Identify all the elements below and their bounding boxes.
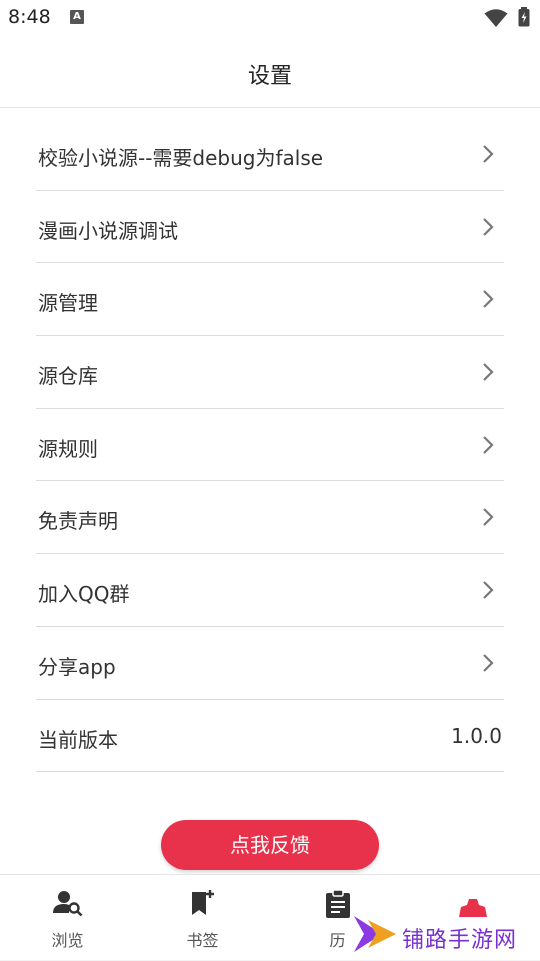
tab-browse[interactable]: 浏览 bbox=[0, 875, 135, 961]
settings-item-source-repo[interactable]: 源仓库 bbox=[36, 336, 504, 409]
chevron-right-icon bbox=[483, 145, 494, 163]
settings-item-version: 当前版本 1.0.0 bbox=[36, 700, 504, 773]
chevron-right-icon bbox=[483, 581, 494, 599]
chevron-right-icon bbox=[483, 217, 494, 236]
settings-item-label: 漫画小说源调试 bbox=[38, 218, 178, 243]
settings-item-source-rules[interactable]: 源规则 bbox=[36, 409, 504, 482]
tab-label: 浏览 bbox=[51, 931, 84, 950]
settings-card: 校验小说源--需要debug为false 漫画小说源调试 源管理 源仓库 源规则… bbox=[0, 108, 540, 874]
status-bar: 8:48 A bbox=[0, 0, 540, 36]
chevron-right-icon bbox=[483, 363, 494, 381]
settings-item-join-qq[interactable]: 加入QQ群 bbox=[36, 554, 504, 627]
settings-item-source-manage[interactable]: 源管理 bbox=[36, 263, 504, 337]
battery-icon bbox=[518, 7, 530, 27]
settings-item-label: 源仓库 bbox=[38, 364, 98, 389]
settings-item-label: 源管理 bbox=[38, 291, 98, 316]
settings-item-label: 免责声明 bbox=[38, 509, 118, 534]
tab-label: 书签 bbox=[186, 931, 219, 950]
feedback-button[interactable]: 点我反馈 bbox=[161, 820, 379, 870]
tab-bookmarks[interactable]: 书签 bbox=[135, 875, 270, 961]
chevron-right-icon bbox=[483, 290, 494, 309]
settings-item-debug-source[interactable]: 漫画小说源调试 bbox=[36, 191, 504, 264]
chevron-right-icon bbox=[483, 508, 494, 527]
watermark: 铺路手游网 bbox=[352, 908, 540, 960]
version-label: 当前版本 bbox=[38, 727, 118, 752]
bookmark-add-icon bbox=[191, 890, 214, 915]
settings-item-label: 加入QQ群 bbox=[38, 582, 130, 607]
watermark-text: 铺路手游网 bbox=[402, 928, 518, 953]
app-header: 设置 bbox=[0, 36, 540, 108]
wifi-icon bbox=[484, 9, 508, 27]
watermark-logo-icon bbox=[354, 916, 396, 952]
chevron-right-icon bbox=[483, 435, 494, 454]
page-title: 设置 bbox=[247, 64, 292, 89]
clipboard-icon bbox=[325, 889, 350, 918]
version-value: 1.0.0 bbox=[451, 723, 502, 748]
settings-item-validate-source[interactable]: 校验小说源--需要debug为false bbox=[36, 118, 504, 191]
settings-item-disclaimer[interactable]: 免责声明 bbox=[36, 481, 504, 555]
notification-a-icon: A bbox=[70, 10, 84, 24]
settings-item-label: 源规则 bbox=[38, 436, 98, 461]
settings-item-share-app[interactable]: 分享app bbox=[36, 627, 504, 700]
person-search-icon bbox=[52, 891, 82, 917]
chevron-right-icon bbox=[483, 654, 494, 672]
settings-item-label: 分享app bbox=[38, 654, 116, 679]
settings-list: 校验小说源--需要debug为false 漫画小说源调试 源管理 源仓库 源规则… bbox=[36, 118, 504, 773]
status-time: 8:48 bbox=[8, 6, 51, 28]
settings-item-label: 校验小说源--需要debug为false bbox=[38, 146, 324, 170]
